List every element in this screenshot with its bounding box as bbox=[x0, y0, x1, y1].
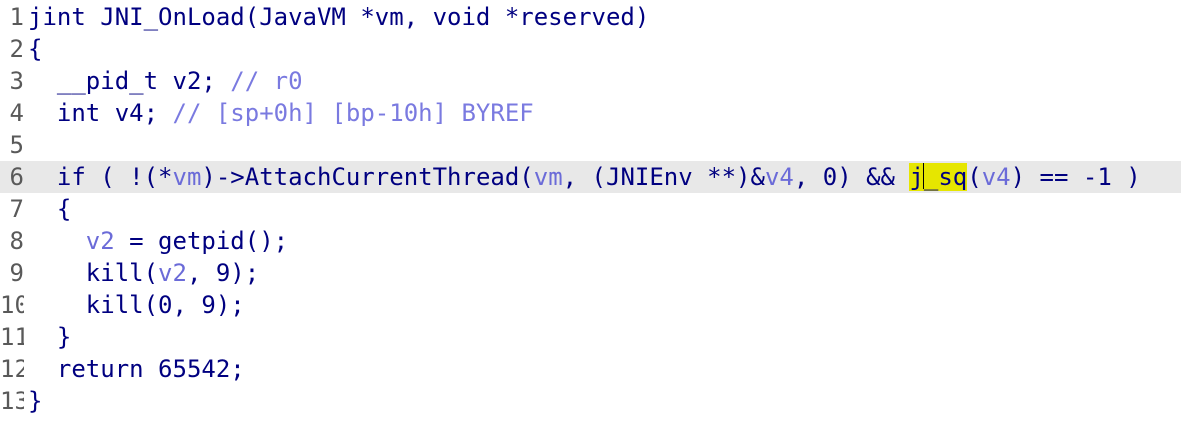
line-number: 9 bbox=[9, 259, 24, 287]
code-variable: v2 bbox=[85, 227, 115, 255]
code-line[interactable]: 10 kill(0, 9); bbox=[0, 289, 1181, 321]
code-line[interactable]: 3 __pid_t v2; // r0 bbox=[0, 65, 1181, 97]
code-token: ( bbox=[967, 163, 982, 191]
current-code-line[interactable]: 6 if ( !(*vm)->AttachCurrentThread(vm, (… bbox=[0, 161, 1181, 193]
code-line[interactable]: 4 int v4; // [sp+0h] [bp-10h] BYREF bbox=[0, 97, 1181, 129]
code-token: { bbox=[28, 195, 72, 223]
line-number: 4 bbox=[9, 99, 24, 127]
code-token: kill(0, 9); bbox=[28, 291, 245, 319]
code-variable: v4 bbox=[981, 163, 1011, 191]
line-number: 2 bbox=[9, 35, 24, 63]
code-line[interactable]: 12 return 65542; bbox=[0, 353, 1181, 385]
code-line[interactable]: 9 kill(v2, 9); bbox=[0, 257, 1181, 289]
code-token: { bbox=[28, 35, 43, 63]
code-comment: // r0 bbox=[230, 67, 303, 95]
code-token: jint JNI_OnLoad(JavaVM *vm, void *reserv… bbox=[28, 3, 650, 31]
code-text[interactable]: if ( !(*vm)->AttachCurrentThread(vm, (JN… bbox=[28, 161, 1141, 193]
code-token: __pid_t v2; bbox=[28, 67, 231, 95]
code-token: int v4; bbox=[28, 99, 173, 127]
code-variable: vm bbox=[533, 163, 563, 191]
line-number: 11 bbox=[0, 323, 24, 351]
code-text[interactable]: { bbox=[28, 193, 71, 225]
code-text[interactable]: jint JNI_OnLoad(JavaVM *vm, void *reserv… bbox=[28, 1, 649, 33]
code-text[interactable]: __pid_t v2; // r0 bbox=[28, 65, 303, 97]
code-line[interactable]: 11 } bbox=[0, 321, 1181, 353]
highlighted-identifier: j bbox=[909, 163, 924, 191]
code-text[interactable]: { bbox=[28, 33, 42, 65]
code-token: ) == -1 ) bbox=[1010, 163, 1141, 191]
code-text[interactable]: kill(v2, 9); bbox=[28, 257, 259, 289]
line-number: 8 bbox=[9, 227, 24, 255]
line-number: 13 bbox=[0, 387, 24, 415]
code-token: , 0) && bbox=[793, 163, 910, 191]
code-variable: v2 bbox=[158, 259, 187, 287]
code-line[interactable]: 7 { bbox=[0, 193, 1181, 225]
code-line[interactable]: 5 bbox=[0, 129, 1181, 161]
code-text[interactable]: } bbox=[28, 385, 42, 417]
code-text[interactable]: } bbox=[28, 321, 71, 353]
code-text[interactable]: return 65542; bbox=[28, 353, 245, 385]
code-comment: // [sp+0h] [bp-10h] BYREF bbox=[172, 99, 534, 127]
code-text[interactable]: kill(0, 9); bbox=[28, 289, 245, 321]
code-token: )->AttachCurrentThread( bbox=[201, 163, 534, 191]
line-number: 6 bbox=[9, 163, 24, 191]
line-number: 1 bbox=[9, 3, 24, 31]
line-number: 7 bbox=[9, 195, 24, 223]
code-line[interactable]: 1 jint JNI_OnLoad(JavaVM *vm, void *reser… bbox=[0, 1, 1181, 33]
code-line[interactable]: 13} bbox=[0, 385, 1181, 417]
code-editor[interactable]: 1 jint JNI_OnLoad(JavaVM *vm, void *reser… bbox=[0, 0, 1181, 421]
line-number: 10 bbox=[0, 291, 24, 319]
code-token: = getpid(); bbox=[114, 227, 289, 255]
code-token: , 9); bbox=[186, 259, 260, 287]
code-text[interactable]: int v4; // [sp+0h] [bp-10h] BYREF bbox=[28, 97, 534, 129]
code-line[interactable]: 2{ bbox=[0, 33, 1181, 65]
line-number: 12 bbox=[0, 355, 24, 383]
line-number: 3 bbox=[9, 67, 24, 95]
code-line[interactable]: 8 v2 = getpid(); bbox=[0, 225, 1181, 257]
code-token: } bbox=[28, 323, 72, 351]
line-number: 5 bbox=[9, 131, 24, 159]
code-text[interactable]: v2 = getpid(); bbox=[28, 225, 288, 257]
code-token: if ( !(* bbox=[28, 163, 173, 191]
code-token: } bbox=[28, 387, 43, 415]
code-token: return 65542; bbox=[28, 355, 245, 383]
code-variable: vm bbox=[172, 163, 202, 191]
code-token: kill( bbox=[28, 259, 159, 287]
code-token: , (JNIEnv **)& bbox=[562, 163, 765, 191]
code-variable: v4 bbox=[764, 163, 794, 191]
highlighted-identifier: _sq bbox=[923, 163, 968, 191]
